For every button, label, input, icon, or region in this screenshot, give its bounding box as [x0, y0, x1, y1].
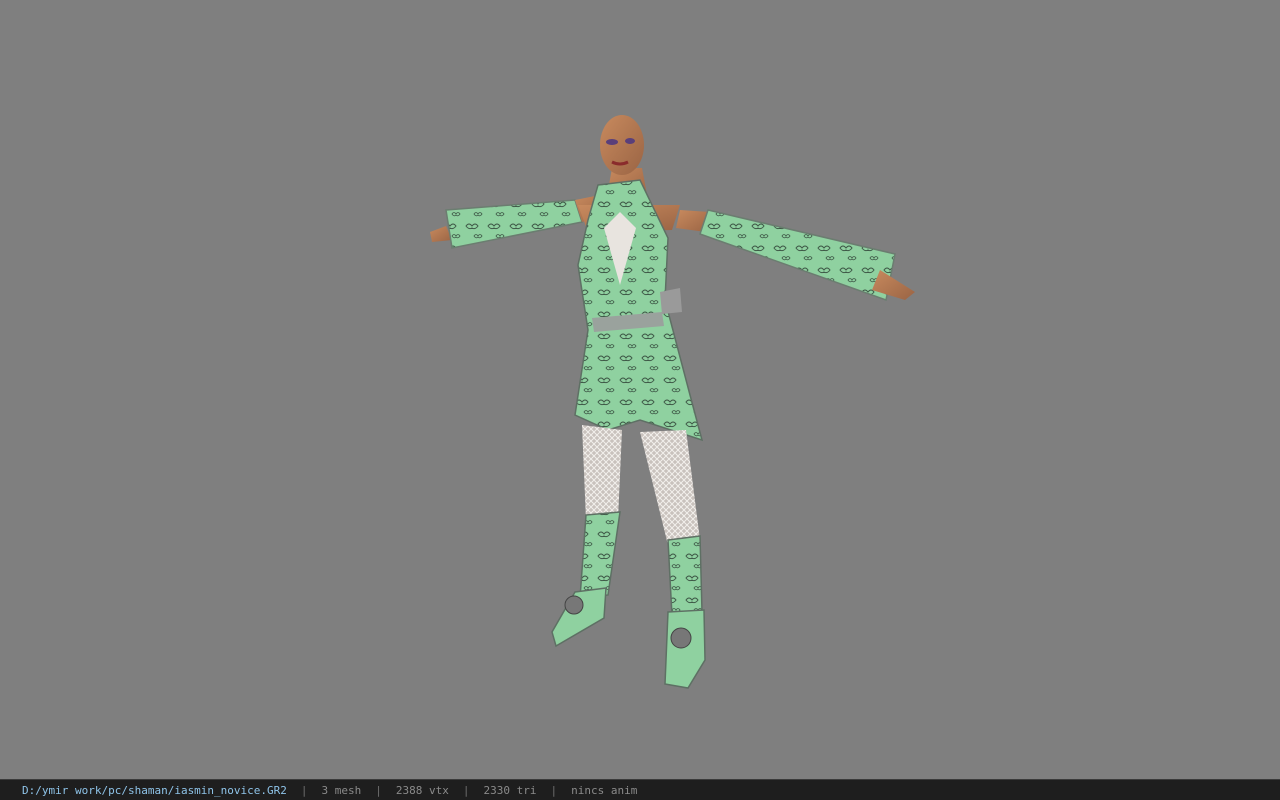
mesh-count: 3 mesh — [321, 783, 362, 797]
separator: | — [375, 783, 382, 797]
vertex-count: 2388 vtx — [395, 783, 449, 797]
character-model — [430, 115, 915, 689]
separator: | — [300, 783, 308, 797]
3d-viewport[interactable] — [0, 0, 1280, 779]
separator: | — [550, 783, 558, 797]
file-path: D:/ymir work/pc/shaman/iasmin_novice.GR2 — [22, 783, 287, 797]
boots — [551, 511, 706, 689]
head — [600, 115, 644, 175]
animation-status: nincs anim — [571, 783, 638, 797]
right-arm — [676, 209, 915, 301]
status-bar: D:/ymir work/pc/shaman/iasmin_novice.GR2… — [0, 779, 1280, 800]
separator: | — [462, 783, 470, 797]
triangle-count: 2330 tri — [483, 783, 537, 797]
